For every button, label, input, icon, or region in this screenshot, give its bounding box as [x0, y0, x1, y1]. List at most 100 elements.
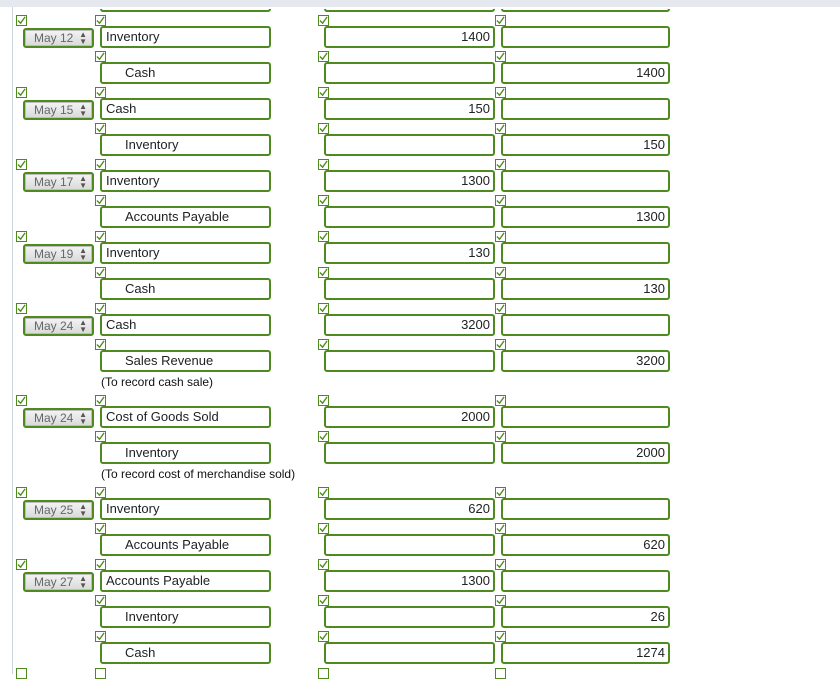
check-icon	[495, 123, 506, 134]
credit-field[interactable]: 2000	[501, 442, 670, 464]
check-icon	[495, 267, 506, 278]
debit-field[interactable]	[324, 206, 495, 228]
credit-field[interactable]: 130	[501, 278, 670, 300]
date-select[interactable]: May 15 ▲ ▼	[23, 100, 94, 120]
check-icon	[16, 159, 27, 170]
debit-field[interactable]	[324, 62, 495, 84]
account-title-field[interactable]: Cash	[100, 278, 271, 300]
check-icon	[95, 339, 106, 350]
account-title-field[interactable]: Inventory	[100, 606, 271, 628]
up-down-arrow-icon: ▲ ▼	[79, 502, 87, 518]
up-down-arrow-icon: ▲ ▼	[79, 174, 87, 190]
date-select[interactable]: May 12 ▲ ▼	[23, 28, 94, 48]
credit-field[interactable]: 3200	[501, 350, 670, 372]
account-title-field[interactable]: Cash	[100, 62, 271, 84]
account-title-field[interactable]: Inventory	[100, 442, 271, 464]
check-icon	[318, 395, 329, 406]
account-title-field[interactable]: Accounts Payable	[100, 570, 271, 592]
debit-field[interactable]: 3200	[324, 314, 495, 336]
debit-field[interactable]	[324, 350, 495, 372]
debit-field[interactable]	[324, 606, 495, 628]
credit-field[interactable]	[501, 98, 670, 120]
credit-field[interactable]	[501, 314, 670, 336]
account-title-field[interactable]: Inventory	[100, 498, 271, 520]
check-icon	[16, 487, 27, 498]
account-title-field[interactable]: Cash	[100, 314, 271, 336]
credit-field[interactable]	[501, 170, 670, 192]
credit-field[interactable]	[501, 242, 670, 264]
check-icon	[318, 87, 329, 98]
check-icon	[318, 595, 329, 606]
check-icon	[318, 231, 329, 242]
check-icon	[16, 395, 27, 406]
check-icon	[95, 631, 106, 642]
date-select[interactable]: May 24 ▲ ▼	[23, 316, 94, 336]
check-icon	[95, 395, 106, 406]
check-icon	[95, 267, 106, 278]
journal-entries: May 12 ▲ ▼ Inventory 1400 Cash 1400 May 15 ▲ ▼ Cas…	[0, 0, 840, 674]
account-title-field[interactable]: Inventory	[100, 134, 271, 156]
debit-field[interactable]: 620	[324, 498, 495, 520]
date-select[interactable]: May 17 ▲ ▼	[23, 172, 94, 192]
debit-field[interactable]: 1300	[324, 170, 495, 192]
credit-field[interactable]: 1274	[501, 642, 670, 664]
journal-row: Cash 1400	[0, 51, 840, 84]
credit-field[interactable]	[501, 26, 670, 48]
up-down-arrow-icon: ▲ ▼	[79, 318, 87, 334]
debit-field[interactable]	[324, 278, 495, 300]
debit-field[interactable]: 150	[324, 98, 495, 120]
credit-field[interactable]: 26	[501, 606, 670, 628]
account-title-field[interactable]: Cash	[100, 642, 271, 664]
account-title-field[interactable]: Inventory	[100, 242, 271, 264]
date-value: May 24	[34, 411, 74, 425]
journal-row: Inventory 150	[0, 123, 840, 156]
credit-field[interactable]	[501, 570, 670, 592]
check-icon	[95, 159, 106, 170]
account-title-field[interactable]: Sales Revenue	[100, 350, 271, 372]
date-select[interactable]: May 25 ▲ ▼	[23, 500, 94, 520]
check-icon	[495, 487, 506, 498]
account-title-field[interactable]: Inventory	[100, 26, 271, 48]
account-title-field[interactable]: Cash	[100, 98, 271, 120]
journal-row: May 25 ▲ ▼ Inventory 620	[0, 487, 840, 520]
check-icon	[16, 559, 27, 570]
account-title-field[interactable]: Cost of Goods Sold	[100, 406, 271, 428]
credit-field[interactable]: 150	[501, 134, 670, 156]
debit-field[interactable]: 2000	[324, 406, 495, 428]
date-value: May 24	[34, 319, 74, 333]
debit-field[interactable]	[324, 442, 495, 464]
entry-note: (To record cash sale)	[101, 375, 214, 389]
check-icon	[95, 487, 106, 498]
check-icon	[318, 159, 329, 170]
check-icon	[495, 195, 506, 206]
journal-row: May 15 ▲ ▼ Cash 150	[0, 87, 840, 120]
debit-field[interactable]	[324, 534, 495, 556]
debit-field[interactable]: 1400	[324, 26, 495, 48]
journal-row: May 27 ▲ ▼ Accounts Payable 1300	[0, 559, 840, 592]
date-select[interactable]: May 27 ▲ ▼	[23, 572, 94, 592]
credit-field[interactable]: 1400	[501, 62, 670, 84]
up-down-arrow-icon: ▲ ▼	[79, 102, 87, 118]
check-icon	[95, 195, 106, 206]
check-icon	[495, 15, 506, 26]
check-icon	[495, 523, 506, 534]
journal-row: Accounts Payable 1300	[0, 195, 840, 228]
credit-field[interactable]	[501, 498, 670, 520]
check-icon	[95, 231, 106, 242]
debit-field[interactable]: 1300	[324, 570, 495, 592]
debit-field[interactable]	[324, 134, 495, 156]
date-value: May 12	[34, 31, 74, 45]
date-select[interactable]: May 19 ▲ ▼	[23, 244, 94, 264]
debit-field[interactable]: 130	[324, 242, 495, 264]
account-title-field[interactable]: Inventory	[100, 170, 271, 192]
check-icon	[16, 15, 27, 26]
credit-field[interactable]	[501, 406, 670, 428]
journal-row: Inventory 26	[0, 595, 840, 628]
credit-field[interactable]: 1300	[501, 206, 670, 228]
debit-field[interactable]	[324, 642, 495, 664]
account-title-field[interactable]: Accounts Payable	[100, 534, 271, 556]
journal-row: May 12 ▲ ▼ Inventory 1400	[0, 15, 840, 48]
date-select[interactable]: May 24 ▲ ▼	[23, 408, 94, 428]
credit-field[interactable]: 620	[501, 534, 670, 556]
account-title-field[interactable]: Accounts Payable	[100, 206, 271, 228]
